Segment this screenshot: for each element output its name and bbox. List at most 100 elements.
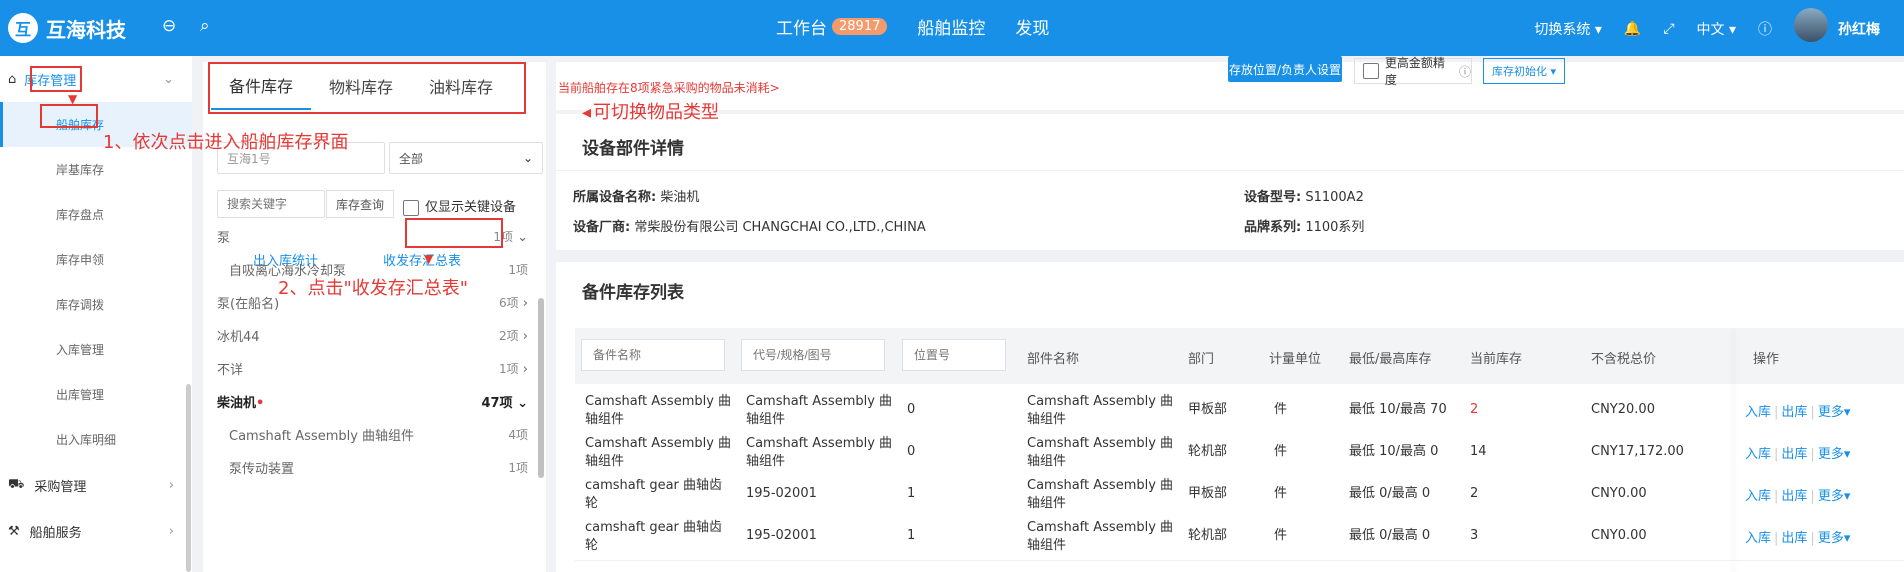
cell-current-stock: 2 (1470, 486, 1479, 501)
cell-code: Camshaft Assembly 曲轴组件 (746, 435, 892, 471)
nav-workbench[interactable]: 工作台 28917 (776, 14, 888, 39)
part-name-filter[interactable] (581, 339, 725, 371)
equipment-name-value: 柴油机 (660, 190, 700, 205)
cell-line: Camshaft Assembly 曲 (585, 436, 732, 451)
key-equipment-checkbox[interactable]: 仅显示关键设备 (403, 196, 516, 216)
equipment-name-field: 所属设备名称: 柴油机 (573, 186, 699, 205)
sidebar-item-inbound[interactable]: 入库管理 (0, 327, 192, 372)
sidebar-item-stocktake[interactable]: 库存盘点 (0, 192, 192, 237)
sidebar-scrollbar[interactable] (186, 384, 191, 572)
chevron-right-icon: › (522, 328, 528, 344)
nav-ship-monitor[interactable]: 船舶监控 (917, 14, 985, 39)
sidebar-group-purchase[interactable]: ⛟ 采购管理 › (0, 462, 192, 508)
chevron-down-icon: ⌄ (517, 395, 528, 411)
category-name: 不详 (217, 362, 244, 378)
cell-component: Camshaft Assembly 曲轴组件 (1027, 435, 1173, 471)
fullscreen-icon[interactable]: ⤢ (1663, 21, 1674, 37)
header-min-max: 最低/最高库存 (1349, 352, 1432, 367)
outbound-link[interactable]: 出库 (1781, 531, 1807, 546)
top-nav: 工作台 28917 船舶监控 发现 (776, 14, 1079, 39)
inventory-query-button[interactable]: 库存查询 (326, 190, 394, 218)
more-dropdown[interactable]: 更多▾ (1818, 447, 1851, 462)
sidebar-item-transfer[interactable]: 库存调拨 (0, 282, 192, 327)
outbound-link[interactable]: 出库 (1781, 489, 1807, 504)
more-dropdown[interactable]: 更多▾ (1818, 405, 1851, 420)
cart-icon: ⛟ (8, 476, 25, 492)
code-filter[interactable] (741, 339, 885, 371)
cell-position: 1 (907, 486, 916, 501)
outbound-link[interactable]: 出库 (1781, 447, 1807, 462)
search-icon[interactable]: ⌕ (200, 16, 210, 36)
cell-position: 1 (907, 528, 916, 543)
switch-system-dropdown[interactable]: 切换系统 ▾ (1534, 19, 1601, 39)
inbound-link[interactable]: 入库 (1745, 531, 1771, 546)
cell-code: 195-02001 (746, 486, 817, 501)
annotation-note-step1: 1、依次点击进入船舶库存界面 (103, 132, 349, 153)
annotation-note-tabs-text: 可切换物品类型 (593, 102, 720, 123)
location-settings-button[interactable]: 存放位置/负责人设置 (1228, 56, 1342, 82)
user-name[interactable]: 孙红梅 (1838, 19, 1880, 39)
header-current-stock: 当前库存 (1470, 352, 1523, 367)
sidebar-group-inventory[interactable]: ⌂ 库存管理 ⌄ (0, 56, 192, 102)
fixed-column-shadow (1736, 328, 1737, 572)
cell-department: 轮机部 (1188, 444, 1228, 459)
service-icon: ⚒ (8, 523, 20, 539)
sidebar-item-requisition[interactable]: 库存申领 (0, 237, 192, 282)
equipment-detail-title: 设备部件详情 (582, 139, 684, 159)
keyword-search-input[interactable] (217, 190, 325, 218)
annotation-box-inventory-menu (30, 66, 82, 92)
cell-total-price: CNY0.00 (1591, 528, 1647, 543)
cell-current-stock: 2 (1470, 402, 1479, 417)
bell-icon[interactable]: 🔔 (1624, 21, 1641, 37)
high-precision-toggle[interactable]: 更高金额精度 ⓘ (1354, 56, 1472, 87)
category-name: Camshaft Assembly 曲轴组件 (229, 428, 415, 444)
position-filter[interactable] (902, 339, 1006, 371)
cell-part-name: camshaft gear 曲轴齿轮 (585, 477, 722, 513)
cell-current-stock: 3 (1470, 528, 1479, 543)
cell-min-max: 最低 0/最高 0 (1349, 528, 1431, 543)
cell-total-price: CNY0.00 (1591, 486, 1647, 501)
inbound-link[interactable]: 入库 (1745, 447, 1771, 462)
more-dropdown[interactable]: 更多▾ (1818, 489, 1851, 504)
cell-position: 0 (907, 402, 916, 417)
cell-position: 0 (907, 444, 916, 459)
scope-select-value: 全部 (399, 151, 424, 166)
arrow-down-icon: ▼ (424, 252, 434, 266)
sidebar-item-io-detail[interactable]: 出入库明细 (0, 417, 192, 462)
cell-department: 甲板部 (1188, 402, 1228, 417)
inbound-link[interactable]: 入库 (1745, 489, 1771, 504)
category-name: 柴油机 (217, 395, 257, 411)
cell-code: 195-02001 (746, 528, 817, 543)
cell-min-max: 最低 10/最高 0 (1349, 444, 1439, 459)
category-count: 1项 (508, 460, 528, 475)
cell-line: 轴组件 (1027, 538, 1067, 553)
divider (556, 170, 1904, 171)
header-unit: 计量单位 (1269, 352, 1322, 367)
annotation-box-tabs (208, 62, 526, 114)
emergency-alert-link[interactable]: 当前船舶存在8项紧急采购的物品未消耗> (558, 79, 780, 96)
sidebar-group-ship-service[interactable]: ⚒ 船舶服务 › (0, 508, 192, 554)
inbound-link[interactable]: 入库 (1745, 405, 1771, 420)
category-name: 泵传动装置 (229, 461, 295, 477)
language-dropdown[interactable]: 中文 ▾ (1697, 19, 1736, 39)
outbound-link[interactable]: 出库 (1781, 405, 1807, 420)
cell-total-price: CNY17,172.00 (1591, 444, 1684, 459)
category-count: 1项 (499, 361, 519, 376)
category-scrollbar[interactable] (538, 298, 544, 478)
nav-discover[interactable]: 发现 (1015, 14, 1049, 39)
back-icon[interactable]: ⊖ (162, 16, 176, 36)
avatar[interactable] (1794, 8, 1828, 42)
category-row-pump-drive[interactable]: 泵传动装置 1项 (229, 448, 528, 486)
inventory-init-dropdown[interactable]: 库存初始化 ▾ (1483, 58, 1565, 84)
scope-select[interactable]: 全部 ⌄ (389, 142, 543, 174)
cell-line: Camshaft Assembly 曲 (585, 394, 732, 409)
cell-line: Camshaft Assembly 曲 (1027, 394, 1174, 409)
help-icon[interactable]: ⓘ (1758, 19, 1772, 39)
cell-component: Camshaft Assembly 曲轴组件 (1027, 393, 1173, 429)
arrow-down-icon: ▼ (68, 92, 78, 106)
sidebar-item-outbound[interactable]: 出库管理 (0, 372, 192, 417)
equipment-maker-value: 常柴股份有限公司 CHANGCHAI CO.,LTD.,CHINA (634, 220, 926, 235)
more-dropdown[interactable]: 更多▾ (1818, 531, 1851, 546)
nav-workbench-label: 工作台 (776, 19, 827, 39)
app-logo[interactable]: 互 互海科技 (8, 13, 126, 43)
